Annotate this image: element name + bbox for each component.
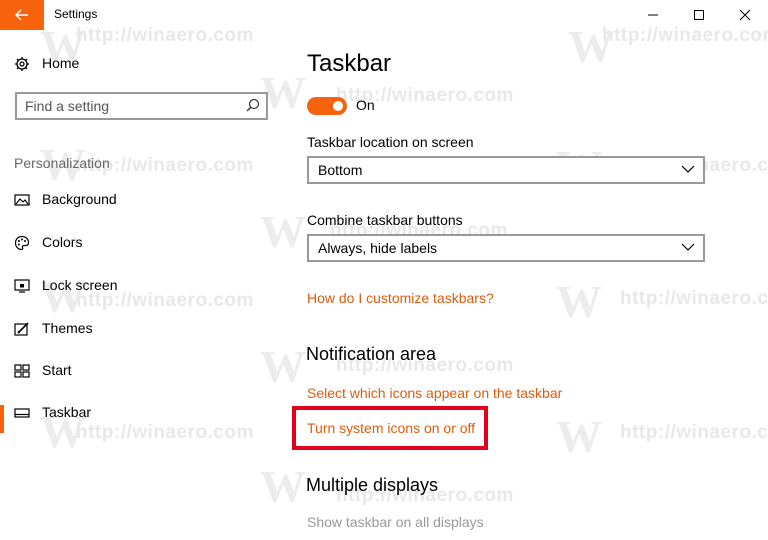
combine-dropdown-value: Always, hide labels (318, 240, 438, 256)
sidebar-item-themes[interactable]: Themes (0, 313, 290, 345)
search-input[interactable] (17, 94, 245, 118)
start-icon (14, 364, 30, 378)
sidebar-item-home[interactable]: Home (0, 48, 290, 80)
location-dropdown[interactable]: Bottom (307, 156, 705, 184)
sidebar-item-label: Home (42, 55, 80, 71)
notification-area-heading: Notification area (306, 344, 437, 364)
back-button[interactable] (0, 0, 44, 30)
chevron-down-icon (681, 165, 695, 173)
close-icon (739, 9, 751, 21)
location-dropdown-value: Bottom (318, 162, 363, 178)
title-bar: Settings (0, 0, 768, 30)
help-link[interactable]: How do I customize taskbars? (307, 290, 494, 306)
sidebar-item-start[interactable]: Start (0, 355, 290, 387)
page-title: Taskbar (307, 50, 392, 77)
multiple-displays-heading: Multiple displays (306, 475, 439, 495)
maximize-button[interactable] (676, 0, 722, 30)
search-icon[interactable] (244, 97, 262, 115)
taskbar-icon (14, 408, 30, 418)
sidebar-item-label: Taskbar (42, 404, 92, 420)
back-arrow-icon (15, 9, 28, 21)
picture-icon (14, 194, 30, 206)
sidebar-item-lock-screen[interactable]: Lock screen (0, 270, 290, 302)
combine-label: Combine taskbar buttons (307, 212, 463, 228)
sidebar-item-colors[interactable]: Colors (0, 227, 290, 259)
maximize-icon (694, 10, 704, 20)
sidebar: Home Personalization Background Colors L… (0, 30, 290, 540)
gear-icon (15, 57, 29, 71)
sidebar-item-background[interactable]: Background (0, 184, 290, 216)
palette-icon (14, 235, 30, 251)
sidebar-item-label: Start (42, 362, 72, 378)
combine-dropdown[interactable]: Always, hide labels (307, 234, 705, 262)
main-content: Taskbar On Taskbar location on screen Bo… (290, 30, 768, 540)
chevron-down-icon (681, 243, 695, 251)
group-heading: Personalization (14, 155, 110, 171)
select-icons-link[interactable]: Select which icons appear on the taskbar (307, 385, 562, 401)
search-box[interactable] (15, 92, 268, 120)
lock-screen-icon (14, 279, 30, 293)
taskbar-lock-toggle[interactable] (307, 97, 347, 115)
themes-icon (14, 322, 29, 336)
location-label: Taskbar location on screen (307, 134, 474, 150)
minimize-icon (648, 14, 658, 16)
sidebar-item-label: Lock screen (42, 277, 118, 293)
close-button[interactable] (722, 0, 768, 30)
window-title: Settings (54, 7, 98, 21)
sidebar-item-label: Colors (42, 234, 83, 250)
toggle-state-label: On (356, 97, 375, 113)
toggle-knob (333, 101, 343, 111)
sidebar-item-label: Background (42, 191, 117, 207)
minimize-button[interactable] (630, 0, 676, 30)
sidebar-item-label: Themes (42, 320, 93, 336)
sidebar-item-taskbar[interactable]: Taskbar (0, 397, 290, 429)
system-icons-link[interactable]: Turn system icons on or off (307, 420, 475, 436)
show-all-displays-label: Show taskbar on all displays (307, 514, 484, 530)
